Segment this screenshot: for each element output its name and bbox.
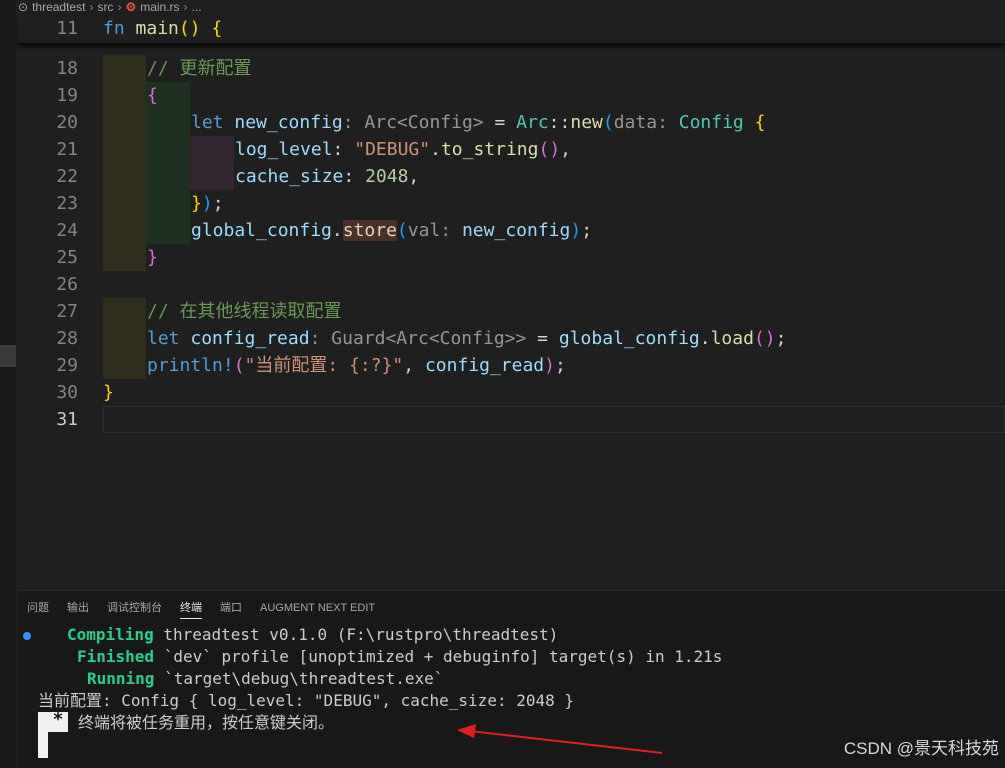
code-line-22[interactable]: 22 cache_size: 2048, [18, 163, 1005, 190]
breadcrumb-item-more[interactable]: ... [192, 1, 202, 13]
code-line-19[interactable]: 19 { [18, 82, 1005, 109]
command-decoration-dot-icon[interactable] [23, 632, 31, 640]
code-line-31[interactable]: 31 [18, 406, 1005, 433]
code-line-30[interactable]: 30 } [18, 379, 1005, 406]
terminal-line-output: 当前配置: Config { log_level: "DEBUG", cache… [38, 691, 575, 710]
code-line-25[interactable]: 25 } [18, 244, 1005, 271]
folder-circle-icon: ⊙ [18, 0, 29, 14]
breadcrumb-item-project[interactable]: threadtest [32, 1, 85, 13]
terminal-line-reuse-message: 终端将被任务重用，按任意键关闭。 [78, 713, 335, 732]
tab-output[interactable]: 输出 [58, 591, 98, 621]
current-line-highlight [103, 406, 1005, 433]
line-number: 11 [56, 18, 78, 39]
code-line-24[interactable]: 24 global_config.store(val: new_config); [18, 217, 1005, 244]
breadcrumb: ⊙ threadtest › src › ⚙ main.rs › ... [18, 0, 1005, 14]
code-line-21[interactable]: 21 log_level: "DEBUG".to_string(), [18, 136, 1005, 163]
code-line-23[interactable]: 23 }); [18, 190, 1005, 217]
activity-strip [0, 0, 16, 767]
rust-file-icon: ⚙ [125, 0, 137, 14]
terminal-line-compiling: Compiling threadtest v0.1.0 (F:\rustpro\… [67, 625, 559, 644]
breadcrumb-item-src[interactable]: src [97, 1, 113, 13]
watermark: CSDN @景天科技苑 [843, 739, 999, 758]
code-line-20[interactable]: 20 let new_config: Arc<Config> = Arc::ne… [18, 109, 1005, 136]
scroll-marker [0, 345, 16, 367]
code-line-26[interactable]: 26 [18, 271, 1005, 298]
sticky-code-line[interactable]: fn main() { [103, 14, 222, 43]
tab-problems[interactable]: 问题 [18, 591, 58, 621]
tab-ports[interactable]: 端口 [211, 591, 251, 621]
sticky-scroll-header[interactable]: 11 fn main() { [18, 14, 1005, 44]
chevron-right-icon: › [117, 0, 122, 14]
tab-augment-next-edit[interactable]: AUGMENT NEXT EDIT [251, 591, 384, 621]
chevron-right-icon: › [89, 0, 94, 14]
tab-debug-console[interactable]: 调试控制台 [98, 591, 171, 621]
code-line-28[interactable]: 28 let config_read: Guard<Arc<Config>> =… [18, 325, 1005, 352]
breadcrumb-item-file[interactable]: main.rs [140, 1, 179, 13]
chevron-right-icon: › [183, 0, 188, 14]
code-editor[interactable]: 17 18 // 更新配置 19 { 20 let new_config: Ar… [18, 34, 1005, 588]
panel-tabs: 问题 输出 调试控制台 终端 端口 AUGMENT NEXT EDIT [18, 591, 1005, 621]
code-line-29[interactable]: 29 println!("当前配置: {:?}", config_read); [18, 352, 1005, 379]
code-line-18[interactable]: 18 // 更新配置 [18, 55, 1005, 82]
terminal-line-running: Running `target\debug\threadtest.exe` [87, 669, 444, 688]
terminal-cursor-block: * [38, 709, 68, 758]
tab-terminal[interactable]: 终端 [171, 591, 211, 621]
terminal-line-finished: Finished `dev` profile [unoptimized + de… [77, 647, 723, 666]
code-line-27[interactable]: 27 // 在其他线程读取配置 [18, 298, 1005, 325]
